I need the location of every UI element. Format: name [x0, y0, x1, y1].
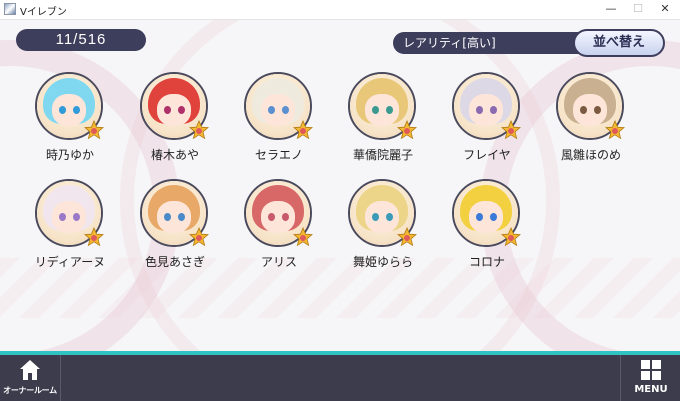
- star-icon: [189, 227, 209, 247]
- character-name: 時乃ゆか: [45, 148, 94, 162]
- character-name: 色見あさぎ: [144, 255, 205, 269]
- character-card[interactable]: セラエノ: [229, 72, 329, 172]
- character-card[interactable]: 椿木あや: [125, 72, 225, 172]
- character-card[interactable]: 華僑院麗子: [333, 72, 433, 172]
- owner-room-button[interactable]: オーナールーム: [0, 355, 61, 401]
- character-card[interactable]: アリス: [229, 179, 329, 279]
- character-name: 舞姫ゆらら: [352, 255, 413, 269]
- star-icon: [84, 120, 104, 140]
- star-icon: [397, 120, 417, 140]
- owner-room-label: オーナールーム: [3, 386, 57, 395]
- star-icon: [605, 120, 625, 140]
- sort-order-label[interactable]: レアリティ[高い]: [403, 32, 496, 54]
- sort-button[interactable]: 並べ替え: [573, 29, 665, 57]
- character-name: 風雛ほのめ: [560, 148, 621, 162]
- character-name: セラエノ: [254, 148, 303, 162]
- character-name: 椿木あや: [150, 148, 199, 162]
- grid-icon: [641, 360, 661, 380]
- character-card[interactable]: 風雛ほのめ: [541, 72, 641, 172]
- maximize-button[interactable]: ☐: [624, 0, 652, 19]
- character-name: リディアーヌ: [34, 255, 106, 269]
- title-bar: Vイレブン — ☐ ✕: [0, 0, 680, 20]
- star-icon: [189, 120, 209, 140]
- character-name: フレイヤ: [463, 148, 511, 162]
- star-icon: [501, 120, 521, 140]
- app-icon: [4, 3, 16, 15]
- home-icon: [20, 360, 40, 380]
- star-icon: [397, 227, 417, 247]
- character-name: アリス: [260, 255, 297, 269]
- menu-button[interactable]: MENU: [620, 355, 680, 401]
- character-card[interactable]: フレイヤ: [437, 72, 537, 172]
- star-icon: [293, 120, 313, 140]
- star-icon: [293, 227, 313, 247]
- character-card[interactable]: 時乃ゆか: [20, 72, 120, 172]
- character-card[interactable]: リディアーヌ: [20, 179, 120, 279]
- star-icon: [501, 227, 521, 247]
- character-list-screen: 11/516 レアリティ[高い] 並べ替え 時乃ゆか 椿木あや セラエノ 華僑院麗子 フ…: [0, 20, 680, 351]
- minimize-button[interactable]: —: [597, 0, 625, 19]
- close-button[interactable]: ✕: [651, 0, 679, 19]
- star-icon: [84, 227, 104, 247]
- character-name: コロナ: [468, 255, 505, 269]
- character-count: 11/516: [16, 29, 146, 51]
- character-card[interactable]: コロナ: [437, 179, 537, 279]
- character-card[interactable]: 色見あさぎ: [125, 179, 225, 279]
- sort-control: レアリティ[高い] 並べ替え: [393, 29, 665, 57]
- character-name: 華僑院麗子: [352, 148, 413, 162]
- menu-label: MENU: [634, 384, 668, 395]
- character-card[interactable]: 舞姫ゆらら: [333, 179, 433, 279]
- bottom-bar: オーナールーム MENU: [0, 355, 680, 401]
- window-title: Vイレブン: [20, 7, 67, 18]
